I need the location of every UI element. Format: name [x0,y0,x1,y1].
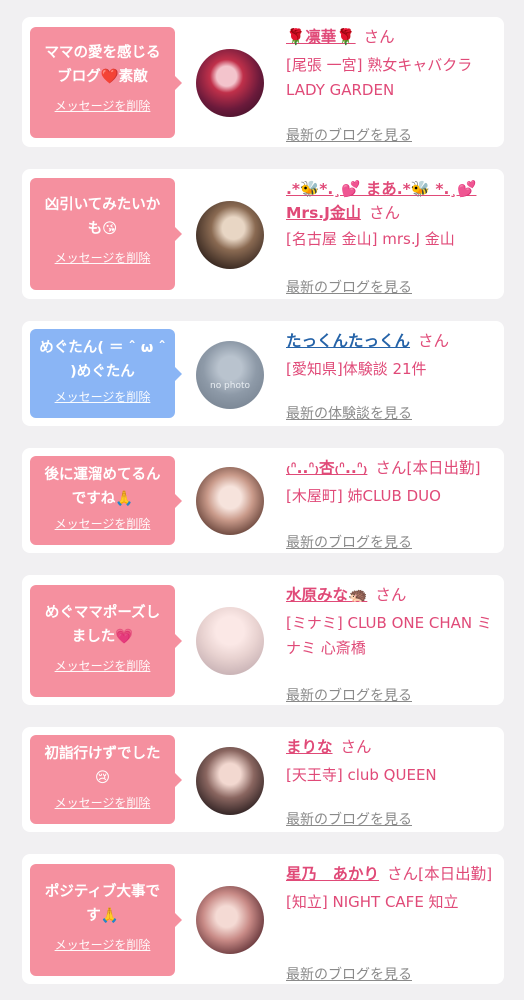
sender-info: まりな さん [天王寺] club QUEEN 最新のブログを見る [286,735,498,828]
message-bubble: めぐママポーズしました💗 メッセージを削除 [30,585,182,697]
latest-blog-link[interactable]: 最新のブログを見る [286,809,412,829]
sender-info: たっくんたっくん さん [愛知県]体験談 21件 最新の体験談を見る [286,329,498,422]
message-text: 初詣行けずでした😢 [44,746,161,786]
sender-name-link[interactable]: 星乃 あかり [286,865,379,883]
sender-info: ₍ᐢ..ᐢ₎杏₍ᐢ..ᐢ₎ さん[本日出勤] [木屋町] 姉CLUB DUO 最新… [286,456,498,551]
message-bubble: 後に運溜めてるんですね🙏 メッセージを削除 [30,456,182,545]
message-card: めぐママポーズしました💗 メッセージを削除 水原みな🦔 さん [ミナミ] CLUB… [22,575,504,705]
latest-blog-link[interactable]: 最新のブログを見る [286,532,412,552]
honorific: さん [418,332,450,350]
message-text: 後に運溜めてるんですね🙏 [44,467,161,507]
message-bubble: ママの愛を感じるブログ❤️素敵 メッセージを削除 [30,27,182,138]
avatar[interactable] [196,886,264,954]
shop-detail: [名古屋 金山] mrs.J 金山 [286,230,455,248]
honorific: さん [368,204,400,222]
message-text: めぐたん( ＝ ˆ ω ˆ )めぐたん [39,340,166,380]
no-photo-label: no photo [209,381,251,391]
sender-name-link[interactable]: 水原みな🦔 [286,586,367,604]
delete-message-link[interactable]: メッセージを削除 [38,657,167,674]
latest-blog-link[interactable]: 最新のブログを見る [286,277,412,297]
shop-detail: [知立] NIGHT CAFE 知立 [286,893,459,911]
message-card: ポジティブ大事です🙏 メッセージを削除 星乃 あかり さん[本日出勤] [知立] … [22,854,504,984]
latest-blog-link[interactable]: 最新のブログを見る [286,125,412,145]
avatar[interactable] [196,49,264,117]
message-text: めぐママポーズしました💗 [44,605,161,645]
message-bubble: めぐたん( ＝ ˆ ω ˆ )めぐたん メッセージを削除 [30,329,182,418]
delete-message-link[interactable]: メッセージを削除 [38,936,167,953]
latest-blog-link[interactable]: 最新のブログを見る [286,964,412,984]
delete-message-link[interactable]: メッセージを削除 [38,388,167,405]
honorific: さん [363,28,395,46]
honorific: さん[本日出勤] [387,865,493,883]
avatar[interactable] [196,467,264,535]
message-card: ママの愛を感じるブログ❤️素敵 メッセージを削除 🌹凛華🌹 さん [尾張 一宮] … [22,17,504,147]
message-card: 凶引いてみたいかも😘 メッセージを削除 .*🐝*.¸💕 まあ.*🐝 *.¸💕Mr… [22,169,504,299]
shop-detail: [ミナミ] CLUB ONE CHAN ミナミ 心斎橋 [286,614,492,657]
sender-name-link[interactable]: たっくんたっくん [286,332,410,350]
message-text: 凶引いてみたいかも😘 [44,197,161,237]
sender-info: 🌹凛華🌹 さん [尾張 一宮] 熟女キャバクラ LADY GARDEN 最新のブロ… [286,25,498,144]
honorific: さん [340,738,372,756]
message-card: めぐたん( ＝ ˆ ω ˆ )めぐたん メッセージを削除 no photo たっ… [22,321,504,426]
shop-detail: [尾張 一宮] 熟女キャバクラ LADY GARDEN [286,56,473,99]
honorific: さん [375,586,407,604]
avatar[interactable] [196,607,264,675]
sender-name-link[interactable]: 🌹凛華🌹 [286,28,356,46]
message-bubble: 初詣行けずでした😢 メッセージを削除 [30,735,182,824]
delete-message-link[interactable]: メッセージを削除 [38,97,167,114]
delete-message-link[interactable]: メッセージを削除 [38,794,167,811]
sender-info: 水原みな🦔 さん [ミナミ] CLUB ONE CHAN ミナミ 心斎橋 最新のブ… [286,583,498,704]
avatar[interactable] [196,201,264,269]
sender-info: 星乃 あかり さん[本日出勤] [知立] NIGHT CAFE 知立 最新のブログ… [286,862,498,983]
message-card: 初詣行けずでした😢 メッセージを削除 まりな さん [天王寺] club QUEE… [22,727,504,832]
message-bubble: 凶引いてみたいかも😘 メッセージを削除 [30,178,182,290]
avatar[interactable] [196,747,264,815]
shop-detail: [木屋町] 姉CLUB DUO [286,487,441,505]
sender-name-link[interactable]: まりな [286,738,333,756]
delete-message-link[interactable]: メッセージを削除 [38,515,167,532]
message-text: ママの愛を感じるブログ❤️素敵 [44,45,161,85]
message-text: ポジティブ大事です🙏 [44,884,161,924]
sender-name-link[interactable]: ₍ᐢ..ᐢ₎杏₍ᐢ..ᐢ₎ [286,459,367,477]
avatar[interactable]: no photo [196,341,264,409]
message-bubble: ポジティブ大事です🙏 メッセージを削除 [30,864,182,976]
delete-message-link[interactable]: メッセージを削除 [38,249,167,266]
sender-info: .*🐝*.¸💕 まあ.*🐝 *.¸💕Mrs.J金山 さん [名古屋 金山] mrs… [286,177,498,296]
latest-blog-link[interactable]: 最新のブログを見る [286,685,412,705]
message-card: 後に運溜めてるんですね🙏 メッセージを削除 ₍ᐢ..ᐢ₎杏₍ᐢ..ᐢ₎ さん[本日… [22,448,504,553]
latest-review-link[interactable]: 最新の体験談を見る [286,403,412,423]
shop-detail: [愛知県]体験談 21件 [286,360,427,378]
shop-detail: [天王寺] club QUEEN [286,766,437,784]
honorific: さん[本日出勤] [375,459,481,477]
